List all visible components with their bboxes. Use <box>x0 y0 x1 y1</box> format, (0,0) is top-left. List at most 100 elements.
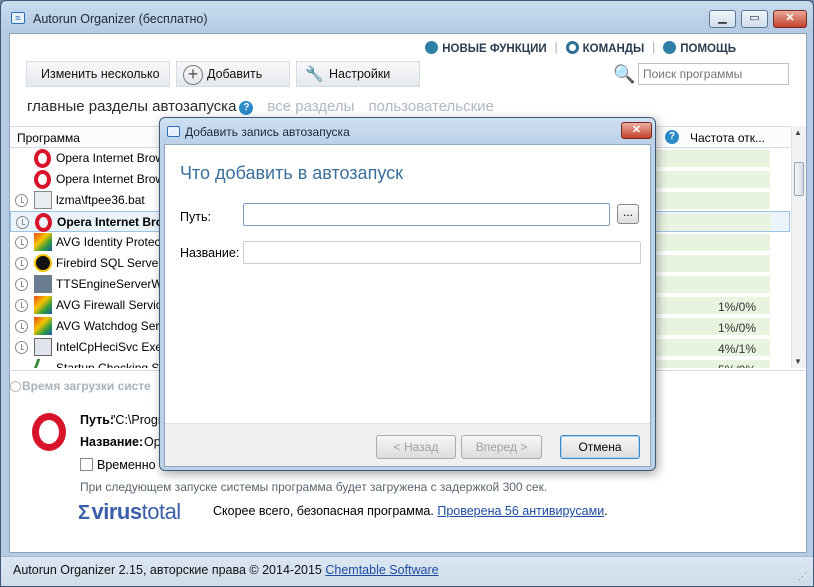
column-program[interactable]: Программа <box>17 131 80 145</box>
next-button[interactable]: Вперед > <box>461 435 542 459</box>
question-icon[interactable]: ? <box>239 100 254 115</box>
program-name: Opera Internet Bro <box>57 215 164 229</box>
name-label: Название: <box>180 246 240 260</box>
program-name: lzma\ftpee36.bat <box>56 193 145 207</box>
window-title: Autorun Organizer (бесплатно) <box>33 12 208 26</box>
help-label: ПОМОЩЬ <box>680 43 736 55</box>
firebird-icon <box>34 254 52 272</box>
opera-icon <box>34 149 51 168</box>
status-bar: Autorun Organizer 2.15, авторские права … <box>1 556 813 586</box>
frequency-cell <box>656 150 770 167</box>
commands-link[interactable]: КОМАНДЫ <box>565 41 645 55</box>
frequency-value: 5%/0% <box>718 363 756 368</box>
news-label: НОВЫЕ ФУНКЦИИ <box>442 43 547 55</box>
settings-label: Настройки <box>329 67 391 81</box>
scroll-thumb[interactable] <box>794 162 804 196</box>
title-bar[interactable]: ≈ Autorun Organizer (бесплатно) ▁ ▭ ✕ <box>1 1 813 33</box>
clock-icon <box>15 341 28 354</box>
detail-path-label: Путь: <box>80 413 115 427</box>
resize-grip-icon[interactable]: ⋰ <box>798 571 807 582</box>
browse-button[interactable]: ... <box>617 204 639 224</box>
search-input[interactable] <box>638 63 789 85</box>
status-text: Autorun Organizer 2.15, авторские права … <box>13 563 439 577</box>
top-links: НОВЫЕ ФУНКЦИИ | КОМАНДЫ | ПОМОЩЬ <box>425 40 736 56</box>
scroll-up-icon[interactable]: ▲ <box>794 128 802 137</box>
maximize-button[interactable]: ▭ <box>741 10 768 28</box>
app-icon: ≈ <box>11 12 25 24</box>
scroll-down-icon[interactable]: ▼ <box>794 357 802 366</box>
minimize-button[interactable]: ▁ <box>709 10 736 28</box>
frequency-cell <box>656 234 770 251</box>
vt-period: . <box>604 504 608 518</box>
main-window: ≈ Autorun Organizer (бесплатно) ▁ ▭ ✕ НО… <box>0 0 814 587</box>
gear-icon <box>565 41 579 54</box>
help-icon <box>663 41 677 54</box>
frequency-cell <box>656 276 770 293</box>
close-button[interactable]: ✕ <box>773 10 807 28</box>
clock-icon <box>10 381 21 392</box>
question-icon[interactable]: ? <box>665 130 679 144</box>
clock-icon <box>15 257 28 270</box>
wrench-icon: 🔧 <box>305 65 324 83</box>
virustotal-logo: Σvirustotal <box>78 499 181 525</box>
temporarily-disable-label: Временно о <box>97 458 166 472</box>
frequency-cell <box>656 192 770 209</box>
add-button[interactable]: + Добавить <box>176 61 290 87</box>
news-link[interactable]: НОВЫЕ ФУНКЦИИ <box>425 41 547 55</box>
vertical-scrollbar[interactable]: ▲ ▼ <box>791 126 806 368</box>
column-frequency[interactable]: Частота отк... <box>690 131 765 145</box>
separator: | <box>554 42 558 54</box>
back-button[interactable]: < Назад <box>376 435 456 459</box>
clock-icon <box>15 194 28 207</box>
tab-all-sections[interactable]: все разделы <box>267 98 354 115</box>
virustotal-status: Скорее всего, безопасная программа. Пров… <box>213 504 608 518</box>
frequency-cell <box>656 171 770 188</box>
chemtable-link[interactable]: Chemtable Software <box>325 563 438 577</box>
avg-icon <box>34 233 52 251</box>
program-name: AVG Firewall Service <box>56 298 169 312</box>
dialog-footer: < Назад Вперед > Отмена <box>165 423 650 466</box>
frequency-value: 4%/1% <box>717 342 756 356</box>
program-name: AVG Watchdog Serv <box>56 319 166 333</box>
program-name: AVG Identity Protec <box>56 235 161 249</box>
program-name: IntelCpHeciSvc Exec <box>56 340 169 354</box>
copyright-text: Autorun Organizer 2.15, авторские права … <box>13 563 326 577</box>
vt-status-text: Скорее всего, безопасная программа. <box>213 504 438 518</box>
name-input[interactable] <box>243 241 641 264</box>
frequency-value: 1%/0% <box>717 300 756 314</box>
virustotal-link[interactable]: Проверена 56 антивирусами <box>437 504 604 518</box>
program-name: Opera Internet Brow <box>56 172 165 186</box>
search-icon[interactable]: 🔍 <box>613 64 635 85</box>
plus-icon: + <box>183 64 203 85</box>
tab-main-sections[interactable]: главные разделы автозапуска? <box>27 98 254 115</box>
detail-path-value: "C:\Progr <box>111 413 162 427</box>
settings-button[interactable]: 🔧 Настройки <box>296 61 420 87</box>
program-name: Startup Checking S <box>56 361 160 368</box>
clock-icon <box>15 299 28 312</box>
cancel-button[interactable]: Отмена <box>560 435 640 459</box>
frequency-value: 1%/0% <box>717 321 756 335</box>
frequency-cell: 4%/1% <box>656 339 770 356</box>
detail-name-label: Название: <box>80 435 144 449</box>
temporarily-disable-checkbox[interactable] <box>80 458 93 471</box>
opera-icon <box>32 413 66 451</box>
commands-label: КОМАНДЫ <box>582 43 645 55</box>
section-tabs: главные разделы автозапуска? все разделы… <box>27 96 494 116</box>
clock-icon <box>15 278 28 291</box>
opera-icon <box>35 213 52 232</box>
delay-text: При следующем запуске системы программа … <box>80 480 548 494</box>
app-icon <box>167 126 180 137</box>
program-name: Firebird SQL Server <box>56 256 163 270</box>
chat-icon <box>425 41 439 54</box>
file-icon <box>34 191 52 209</box>
path-input[interactable] <box>243 203 610 226</box>
dialog-heading: Что добавить в автозапуск <box>180 163 403 183</box>
vt-logo-bold: virus <box>91 499 143 524</box>
edit-multiple-button[interactable]: Изменить несколько <box>26 61 170 87</box>
clock-icon <box>15 320 28 333</box>
details-tab-load-time[interactable]: Время загрузки систе <box>22 379 151 393</box>
help-link[interactable]: ПОМОЩЬ <box>663 41 736 55</box>
dialog-close-button[interactable]: ✕ <box>621 122 652 139</box>
clock-icon <box>15 236 28 249</box>
tab-user-sections[interactable]: пользовательские <box>368 98 493 115</box>
